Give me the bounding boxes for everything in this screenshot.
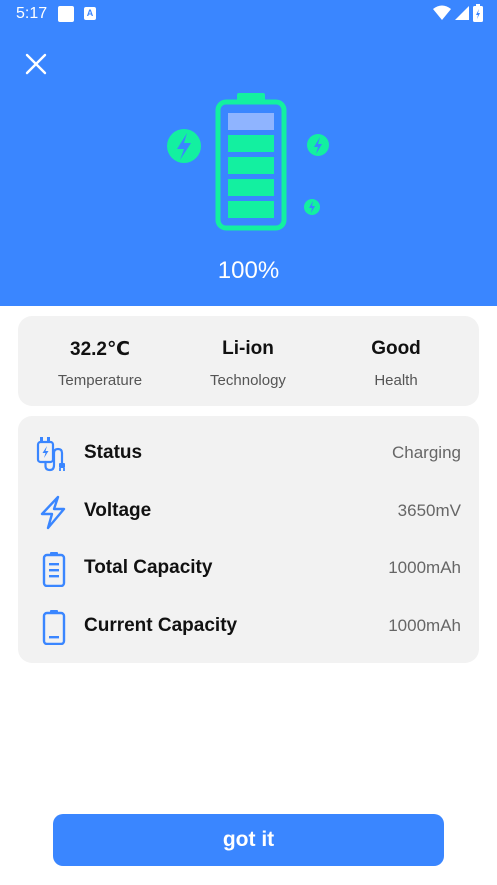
health-value: Good — [371, 338, 421, 359]
detail-row-voltage: Voltage 3650mV — [18, 490, 479, 530]
total-capacity-value: 1000mAh — [388, 558, 461, 577]
detail-row-status: Status Charging — [18, 432, 479, 472]
current-capacity-value: 1000mAh — [388, 616, 461, 635]
battery-details-card: Status Charging Voltage 3650mV Total Cap… — [18, 416, 479, 663]
current-capacity-label: Current Capacity — [84, 615, 238, 636]
battery-empty-icon — [42, 610, 66, 645]
status-value: Charging — [392, 443, 461, 462]
voltage-label: Voltage — [84, 500, 152, 521]
technology-label: Technology — [210, 372, 286, 389]
battery-illustration-icon — [167, 93, 329, 231]
status-bar: 5:17 A — [0, 0, 497, 28]
notification-a-icon: A — [84, 7, 96, 20]
hero-panel: 100% — [0, 28, 497, 306]
battery-full-icon — [42, 552, 66, 587]
wifi-icon — [433, 5, 451, 20]
total-capacity-label: Total Capacity — [84, 557, 213, 578]
technology-value: Li-ion — [222, 338, 274, 359]
close-icon[interactable] — [22, 50, 50, 78]
notification-square-icon — [58, 6, 74, 22]
charger-plug-icon — [36, 437, 65, 472]
temperature-label: Temperature — [57, 372, 143, 389]
status-icons — [433, 4, 483, 22]
health-label: Health — [374, 372, 418, 389]
got-it-button[interactable]: got it — [53, 814, 444, 866]
detail-row-current-capacity: Current Capacity 1000mAh — [18, 605, 479, 645]
signal-icon — [455, 6, 469, 20]
status-label: Status — [84, 442, 143, 463]
battery-stats-card: 32.2℃ Temperature Li-ion Technology Good… — [18, 316, 479, 406]
detail-row-total-capacity: Total Capacity 1000mAh — [18, 547, 479, 587]
lightning-icon — [40, 495, 66, 530]
voltage-value: 3650mV — [397, 501, 461, 520]
status-time: 5:17 — [16, 5, 48, 22]
battery-status-icon — [473, 4, 483, 22]
temperature-value: 32.2℃ — [70, 339, 130, 360]
battery-percent: 100% — [217, 257, 280, 284]
